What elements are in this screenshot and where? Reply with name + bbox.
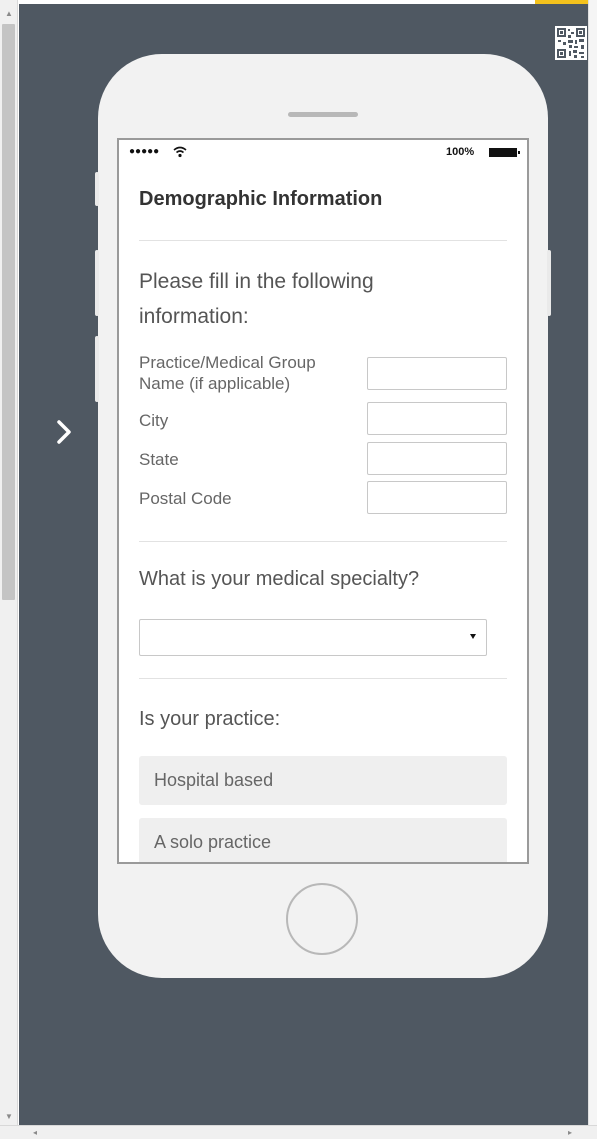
option-solo-practice[interactable]: A solo practice [139, 818, 507, 862]
browser-viewport: ▲ ▼ ●●●●● 100% Demographic Information P… [0, 0, 597, 1139]
phone-volume-up [95, 250, 99, 316]
state-label: State [139, 450, 179, 469]
phone-volume-down [95, 336, 99, 402]
wifi-icon [173, 146, 187, 158]
qr-code-icon[interactable] [555, 26, 587, 60]
preview-canvas: ●●●●● 100% Demographic Information Pleas… [19, 4, 588, 1125]
divider [139, 240, 507, 241]
status-bar: ●●●●● 100% [129, 146, 520, 160]
signal-strength: ●●●●● [129, 146, 160, 157]
postal-code-label: Postal Code [139, 489, 232, 508]
city-label: City [139, 411, 169, 430]
phone-home-button [286, 883, 358, 955]
divider [139, 678, 507, 679]
postal-code-input[interactable] [367, 481, 507, 514]
phone-speaker [288, 112, 358, 117]
option-hospital-based[interactable]: Hospital based [139, 756, 507, 805]
phone-screen[interactable]: ●●●●● 100% Demographic Information Pleas… [117, 138, 529, 864]
scrollbar-thumb[interactable] [2, 24, 15, 600]
practice-name-input[interactable] [367, 357, 507, 390]
practice-name-label: Practice/Medical Group Name (if applicab… [139, 353, 316, 393]
scroll-up-icon[interactable]: ▲ [0, 6, 18, 22]
scroll-left-icon[interactable]: ◂ [28, 1126, 42, 1139]
horizontal-scrollbar[interactable]: ◂ ▸ [0, 1125, 597, 1139]
chevron-right-icon[interactable] [49, 412, 79, 452]
caret-down-icon[interactable] [468, 631, 478, 641]
city-input[interactable] [367, 402, 507, 435]
phone-power-button [547, 250, 551, 316]
vertical-scrollbar[interactable]: ▲ ▼ [0, 0, 18, 1125]
phone-mockup: ●●●●● 100% Demographic Information Pleas… [95, 54, 551, 978]
phone-mute-switch [95, 172, 99, 206]
specialty-dropdown[interactable] [139, 619, 487, 656]
battery-icon [489, 148, 520, 157]
scroll-down-icon[interactable]: ▼ [0, 1109, 18, 1125]
right-edge-scrollbar [588, 0, 597, 1125]
divider [139, 541, 507, 542]
practice-question: Is your practice: [139, 708, 281, 730]
scroll-right-icon[interactable]: ▸ [563, 1126, 577, 1139]
battery-percent: 100% [446, 146, 475, 158]
state-input[interactable] [367, 442, 507, 475]
specialty-question: What is your medical specialty? [139, 568, 420, 590]
form-intro: Please fill in the following information… [139, 270, 374, 328]
page-title: Demographic Information [139, 188, 383, 210]
